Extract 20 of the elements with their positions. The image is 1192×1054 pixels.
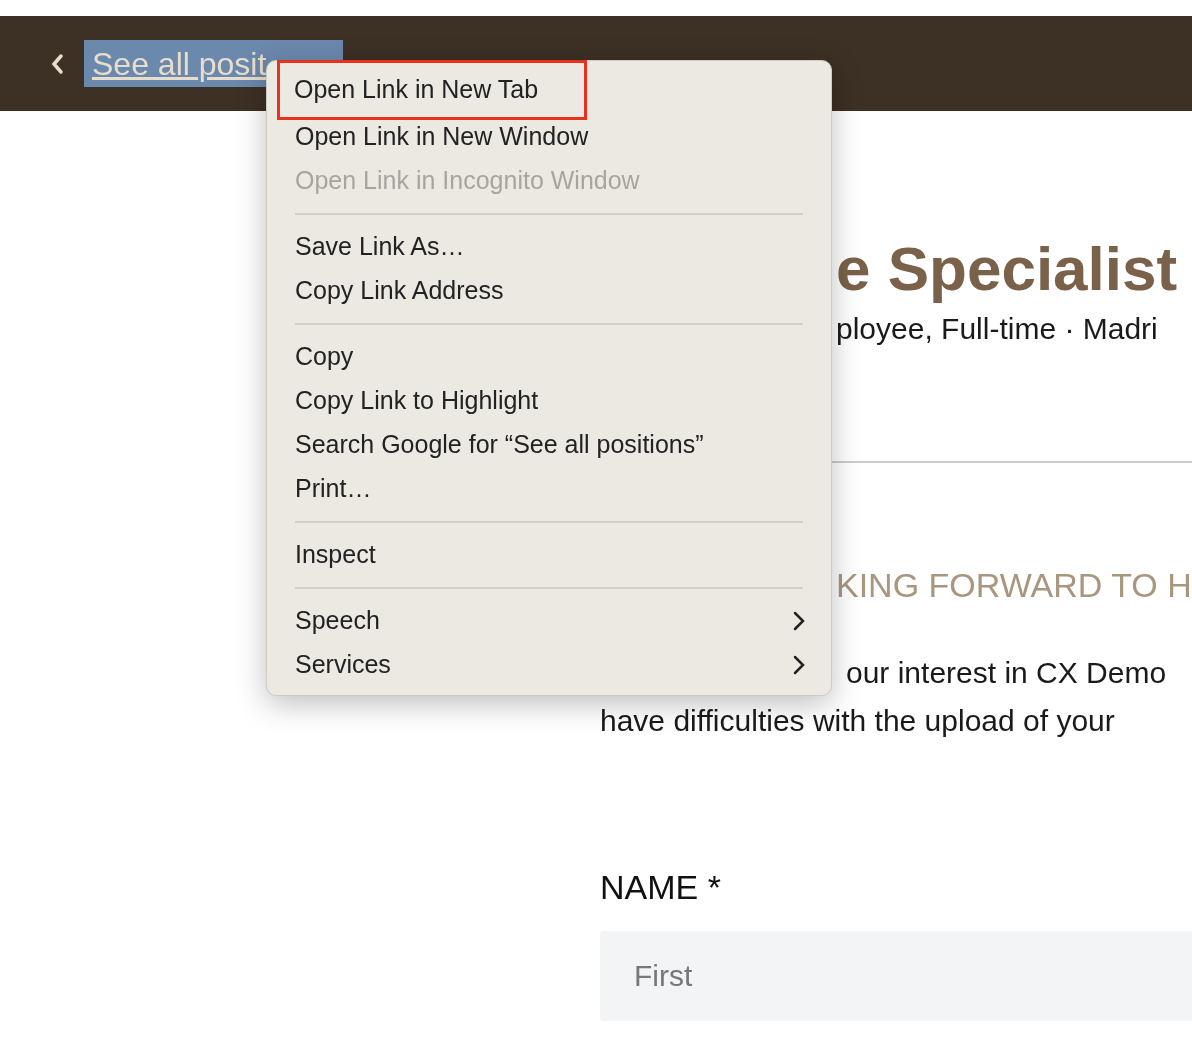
chevron-right-icon (793, 655, 805, 675)
menu-item[interactable]: Open Link in New Window (281, 115, 817, 159)
name-label: NAME * (600, 867, 722, 908)
intro-text: have difficulties with the upload of your (600, 703, 1116, 739)
menu-item[interactable]: Services (281, 643, 817, 687)
menu-item[interactable]: Speech (281, 599, 817, 643)
chevron-left-icon (50, 52, 64, 75)
job-title: e Specialist (836, 233, 1179, 305)
menu-item[interactable]: Search Google for “See all positions” (281, 423, 817, 467)
menu-item[interactable]: Save Link As… (281, 225, 817, 269)
menu-item[interactable]: Copy Link to Highlight (281, 379, 817, 423)
intro-text: our interest in CX Demo (846, 655, 1168, 691)
section-heading: KING FORWARD TO H (836, 565, 1192, 606)
job-meta: ployee, Full-time · Madri (836, 311, 1159, 347)
first-name-field[interactable]: First (600, 931, 1192, 1021)
menu-item[interactable]: Inspect (281, 533, 817, 577)
chevron-right-icon (793, 611, 805, 631)
menu-item[interactable]: Copy (281, 335, 817, 379)
menu-item[interactable]: Print… (281, 467, 817, 511)
menu-item[interactable]: Copy Link Address (281, 269, 817, 313)
